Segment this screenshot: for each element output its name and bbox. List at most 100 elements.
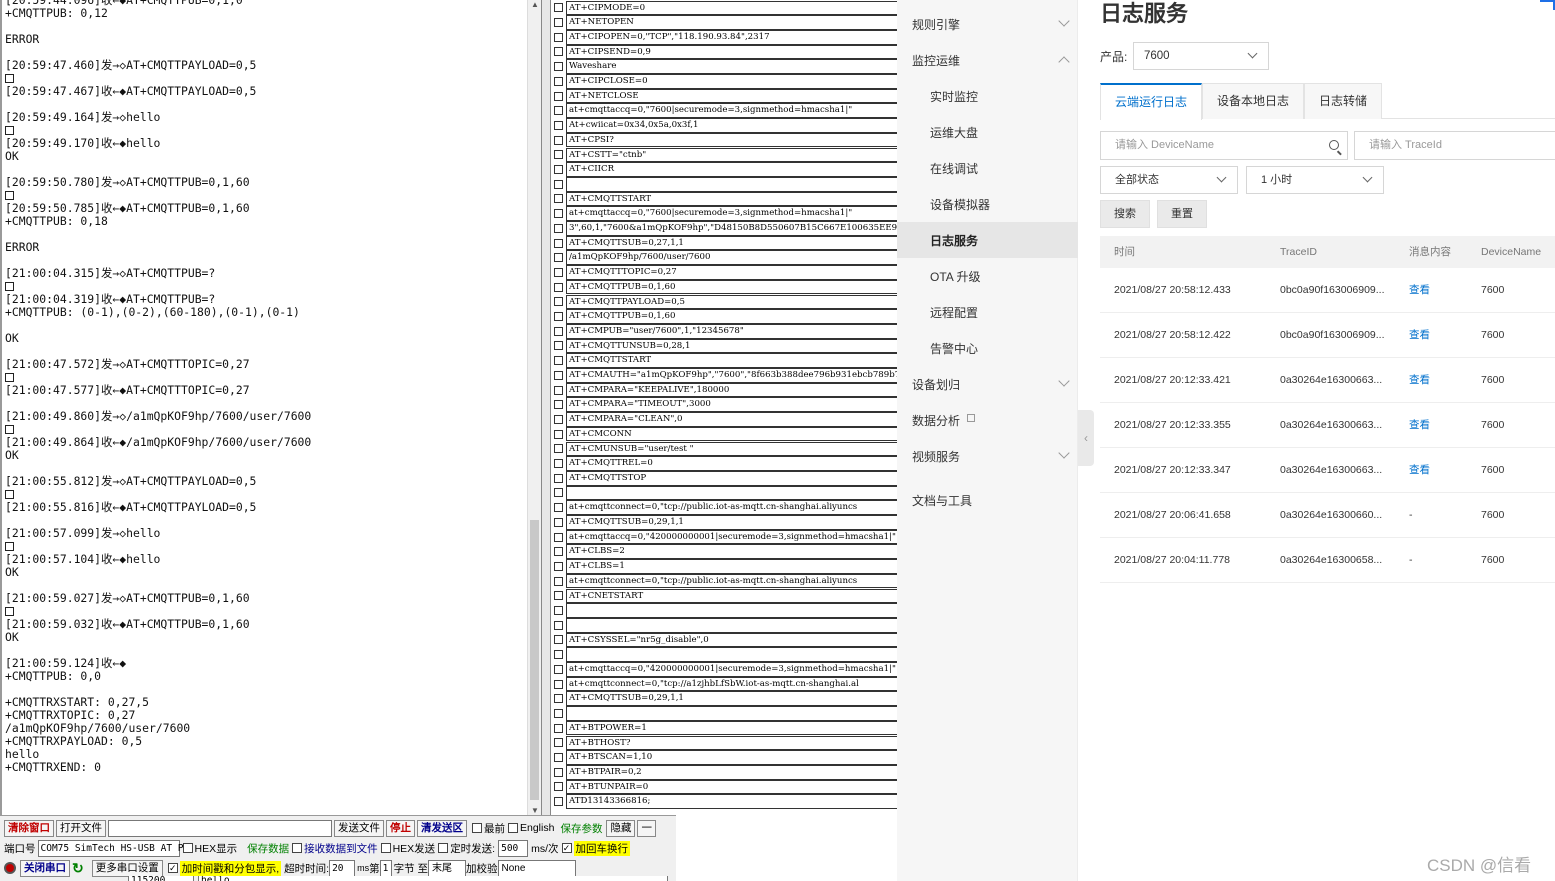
sidebar-collapse-button[interactable]: ‹ xyxy=(1078,410,1094,466)
command-input[interactable]: AT+CIPSEND=0,9 xyxy=(566,44,897,60)
search-button[interactable]: 搜索 xyxy=(1100,200,1150,228)
sidebar-item-9[interactable]: 远程配置 xyxy=(897,294,1078,330)
command-hex-checkbox[interactable] xyxy=(554,635,563,645)
timestamp-checkbox[interactable]: ✓ xyxy=(167,863,178,873)
time-range-select[interactable]: 1 小时 xyxy=(1246,166,1384,194)
interval-input[interactable]: 500 xyxy=(498,839,529,857)
open-file-button[interactable]: 打开文件 xyxy=(56,819,106,837)
command-hex-checkbox[interactable] xyxy=(554,606,563,616)
command-input[interactable] xyxy=(566,647,897,662)
command-hex-checkbox[interactable] xyxy=(554,297,563,307)
command-input[interactable]: 3",60,1,"7600&a1mQpKOF9hp","D48150B8D550… xyxy=(566,221,897,236)
command-input[interactable]: AT+CMQTTPUB=0,1,60 xyxy=(566,309,897,324)
hex-display-checkbox[interactable] xyxy=(182,843,193,853)
command-input[interactable]: AT+CMPARA="KEEPALIVE",180000 xyxy=(566,382,897,398)
command-hex-checkbox[interactable] xyxy=(554,91,563,101)
command-input[interactable]: at+cmqttaccq=0,"420000000001|securemode=… xyxy=(566,529,897,545)
search-icon[interactable] xyxy=(1329,140,1339,150)
log-scrollbar[interactable]: ▲ ▼ xyxy=(527,0,541,815)
command-hex-checkbox[interactable] xyxy=(554,209,563,219)
command-hex-checkbox[interactable] xyxy=(554,782,563,792)
sidebar-item-12[interactable]: 数据分析 xyxy=(897,402,1078,438)
command-hex-checkbox[interactable] xyxy=(554,223,563,233)
command-hex-checkbox[interactable] xyxy=(554,620,563,630)
command-hex-checkbox[interactable] xyxy=(554,47,563,57)
command-hex-checkbox[interactable] xyxy=(554,150,563,160)
command-hex-checkbox[interactable] xyxy=(554,194,563,204)
command-input[interactable]: AT+CIICR xyxy=(566,162,897,177)
clear-window-button[interactable]: 清除窗口 xyxy=(4,819,54,837)
command-input[interactable]: AT+CMQTTTOPIC=0,27 xyxy=(566,265,897,280)
command-input[interactable]: Waveshare xyxy=(566,59,897,74)
command-input[interactable]: AT+CMQTTUNSUB=0,28,1 xyxy=(566,338,897,354)
command-input[interactable]: AT+BTPAIR=0,2 xyxy=(566,764,897,780)
command-input[interactable]: AT+CSTT="ctnb" xyxy=(566,147,897,163)
checksum-select[interactable]: None xyxy=(497,859,576,877)
command-input[interactable]: AT+BTSCAN=1,10 xyxy=(566,750,897,765)
hide-button[interactable]: 隐藏 xyxy=(606,819,636,837)
send-text-area[interactable]: hello xyxy=(198,876,668,881)
command-hex-checkbox[interactable] xyxy=(554,532,563,542)
view-message-link[interactable]: 查看 xyxy=(1409,403,1430,448)
command-hex-checkbox[interactable] xyxy=(554,18,563,28)
command-hex-checkbox[interactable] xyxy=(554,62,563,72)
reset-button[interactable]: 重置 xyxy=(1157,200,1207,228)
command-hex-checkbox[interactable] xyxy=(554,238,563,248)
command-input[interactable]: AT+BTUNPAIR=0 xyxy=(566,779,897,795)
command-input[interactable]: AT+CMQTTREL=0 xyxy=(566,456,897,471)
command-input[interactable]: AT+CMPARA="CLEAN",0 xyxy=(566,412,897,427)
command-input[interactable]: at+cmqttaccq=0,"420000000001|securemode=… xyxy=(566,662,897,677)
save-params-button[interactable]: 保存参数 xyxy=(560,821,602,836)
scroll-up-icon[interactable]: ▲ xyxy=(528,0,542,9)
command-hex-checkbox[interactable] xyxy=(554,76,563,86)
command-input[interactable] xyxy=(566,706,897,721)
command-input[interactable] xyxy=(566,603,897,618)
baud-select[interactable]: 115200 xyxy=(128,876,194,881)
command-input[interactable]: AT+CMQTTSUB=0,29,1,1 xyxy=(566,691,897,707)
view-message-link[interactable]: 查看 xyxy=(1409,448,1430,493)
command-input[interactable]: AT+CMPUB="user/7600",1,"12345678" xyxy=(566,323,897,339)
topmost-checkbox[interactable] xyxy=(472,823,482,833)
command-input[interactable]: AT+CIPCLOSE=0 xyxy=(566,74,897,89)
command-input[interactable]: AT+CMQTTSUB=0,27,1,1 xyxy=(566,235,897,251)
command-hex-checkbox[interactable] xyxy=(554,312,563,322)
command-input[interactable]: at+cmqttconnect=0,"tcp://public.iot-as-m… xyxy=(566,573,897,589)
recv-to-file-checkbox[interactable] xyxy=(292,843,303,853)
command-input[interactable]: AT+CIPMODE=0 xyxy=(566,0,897,16)
command-input[interactable]: AT+CIPOPEN=0,"TCP","118.190.93.84",2317 xyxy=(566,29,897,45)
command-input[interactable]: AT+BTPOWER=1 xyxy=(566,720,897,736)
tab-device-local-log[interactable]: 设备本地日志 xyxy=(1202,83,1304,119)
command-hex-checkbox[interactable] xyxy=(554,547,563,557)
command-input[interactable]: at+cmqttaccq=0,"7600|securemode=3,signme… xyxy=(566,206,897,221)
sidebar-item-4[interactable]: 运维大盘 xyxy=(897,114,1078,150)
more-settings-button[interactable]: 更多串口设置 xyxy=(91,859,163,877)
command-hex-checkbox[interactable] xyxy=(554,738,563,748)
command-hex-checkbox[interactable] xyxy=(554,517,563,527)
send-file-button[interactable]: 发送文件 xyxy=(334,819,384,837)
command-hex-checkbox[interactable] xyxy=(554,459,563,469)
command-input[interactable]: AT+CMAUTH="a1mQpKOF9hp","7600","8f663b38… xyxy=(566,368,897,383)
refresh-icon[interactable]: ↻ xyxy=(72,860,84,877)
timed-send-checkbox[interactable] xyxy=(438,843,449,853)
command-hex-checkbox[interactable] xyxy=(554,341,563,351)
command-input[interactable]: AT+CPSI? xyxy=(566,132,897,148)
command-hex-checkbox[interactable] xyxy=(554,429,563,439)
minimize-button[interactable]: 一 xyxy=(637,819,656,837)
tab-log-dump[interactable]: 日志转储 xyxy=(1304,83,1382,119)
command-hex-checkbox[interactable] xyxy=(554,694,563,704)
command-hex-checkbox[interactable] xyxy=(554,797,563,807)
command-input[interactable]: AT+CSYSSEL="nr5g_disable",0 xyxy=(566,632,897,648)
command-hex-checkbox[interactable] xyxy=(554,3,563,13)
recv-to-file-label[interactable]: 接收数据到文件 xyxy=(304,841,378,856)
sidebar-item-3[interactable]: 实时监控 xyxy=(897,78,1078,114)
command-input[interactable]: AT+CMQTTSUB=0,29,1,1 xyxy=(566,515,897,530)
file-path-input[interactable] xyxy=(108,819,332,837)
end-select[interactable]: 末尾 xyxy=(428,859,466,877)
status-select[interactable]: 全部状态 xyxy=(1100,166,1238,194)
command-input[interactable]: AT+CMPARA="TIMEOUT",3000 xyxy=(566,397,897,413)
sidebar-item-7[interactable]: 日志服务 xyxy=(897,222,1078,258)
scroll-down-icon[interactable]: ▼ xyxy=(528,806,542,815)
command-input[interactable]: At+cwiicat=0x34,0x5a,0x3f,1 xyxy=(566,118,897,133)
byte-index-input[interactable]: 1 xyxy=(379,859,392,877)
port-select[interactable]: COM75 SimTech HS-USB AT Po: xyxy=(37,839,195,857)
